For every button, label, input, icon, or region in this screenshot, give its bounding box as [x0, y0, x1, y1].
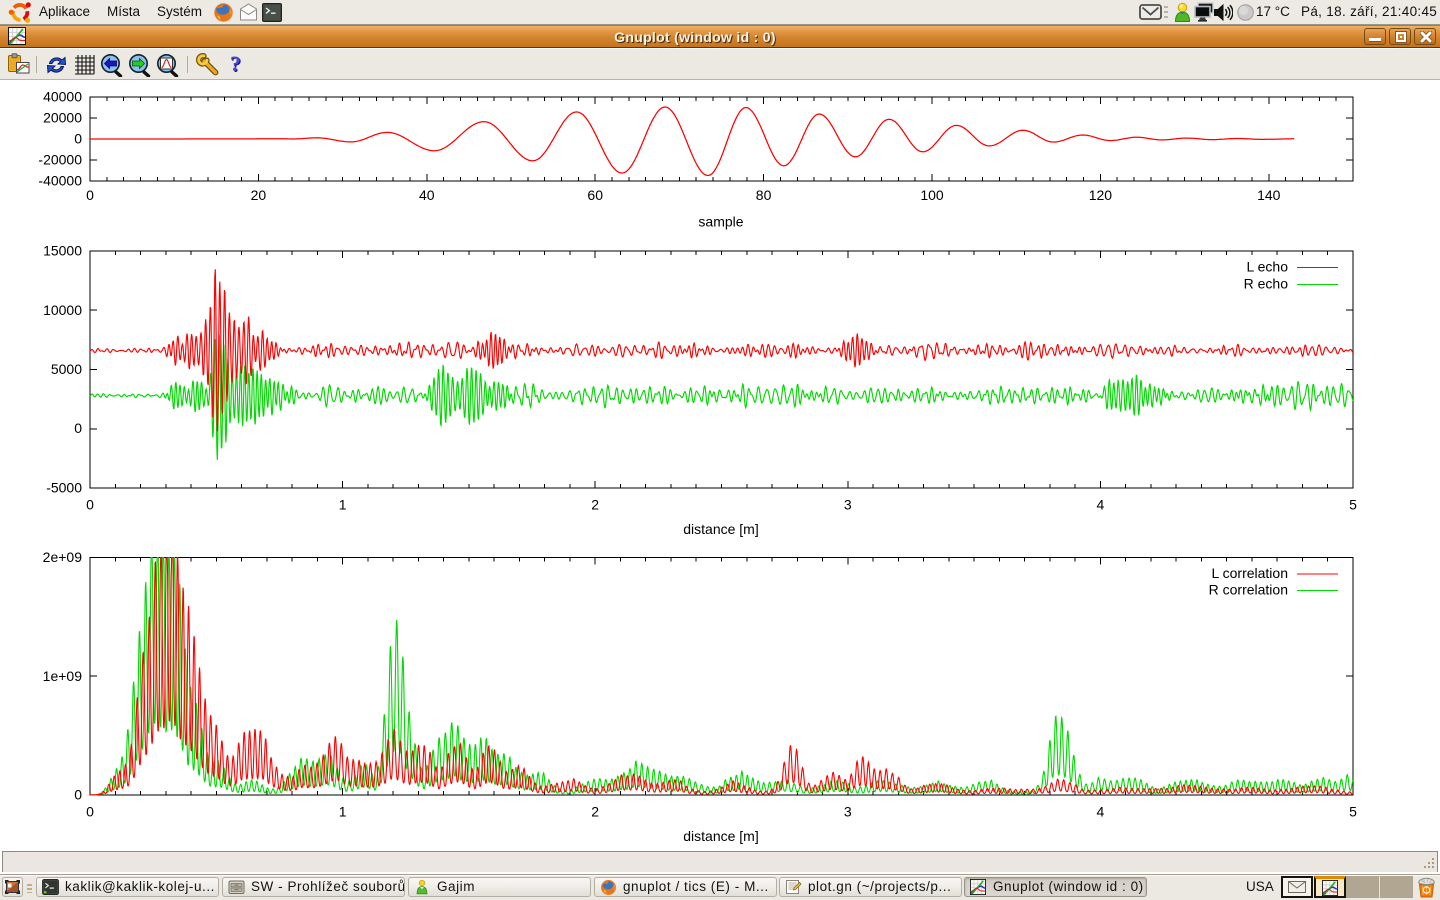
svg-text:-20000: -20000: [38, 152, 82, 168]
svg-text:20000: 20000: [43, 110, 82, 126]
svg-text:3: 3: [844, 497, 852, 513]
svg-text:2: 2: [591, 804, 599, 820]
svg-text:0: 0: [86, 804, 94, 820]
svg-text:0: 0: [74, 420, 82, 436]
svg-text:140: 140: [1257, 187, 1281, 203]
svg-text:0: 0: [74, 131, 82, 147]
svg-text:3: 3: [844, 804, 852, 820]
svg-text:0: 0: [86, 187, 94, 203]
svg-text:20: 20: [251, 187, 267, 203]
svg-text:60: 60: [587, 187, 603, 203]
svg-text:R echo: R echo: [1244, 276, 1289, 292]
svg-text:5: 5: [1349, 497, 1357, 513]
svg-text:80: 80: [756, 187, 772, 203]
svg-text:?: ?: [230, 53, 241, 76]
svg-text:120: 120: [1089, 187, 1113, 203]
svg-text:L echo: L echo: [1246, 259, 1288, 275]
svg-text:1e+09: 1e+09: [43, 668, 83, 684]
svg-text:-40000: -40000: [38, 173, 82, 189]
svg-text:2e+09: 2e+09: [43, 549, 83, 565]
svg-text:-5000: -5000: [46, 480, 82, 496]
svg-text:4: 4: [1097, 804, 1105, 820]
svg-text:40000: 40000: [43, 89, 82, 105]
svg-text:1: 1: [339, 804, 347, 820]
svg-text:distance [m]: distance [m]: [683, 828, 758, 844]
svg-text:10000: 10000: [43, 302, 82, 318]
svg-text:15000: 15000: [43, 243, 82, 259]
svg-text:5: 5: [1349, 804, 1357, 820]
svg-text:100: 100: [920, 187, 944, 203]
svg-text:0: 0: [74, 787, 82, 803]
svg-text:R correlation: R correlation: [1209, 582, 1288, 598]
svg-text:4: 4: [1097, 497, 1105, 513]
svg-text:distance [m]: distance [m]: [683, 521, 758, 537]
svg-text:2: 2: [591, 497, 599, 513]
svg-text:sample: sample: [698, 214, 743, 230]
svg-text:40: 40: [419, 187, 435, 203]
svg-text:1: 1: [339, 497, 347, 513]
svg-text:L correlation: L correlation: [1211, 565, 1288, 581]
svg-text:5000: 5000: [51, 361, 82, 377]
svg-text:0: 0: [86, 497, 94, 513]
